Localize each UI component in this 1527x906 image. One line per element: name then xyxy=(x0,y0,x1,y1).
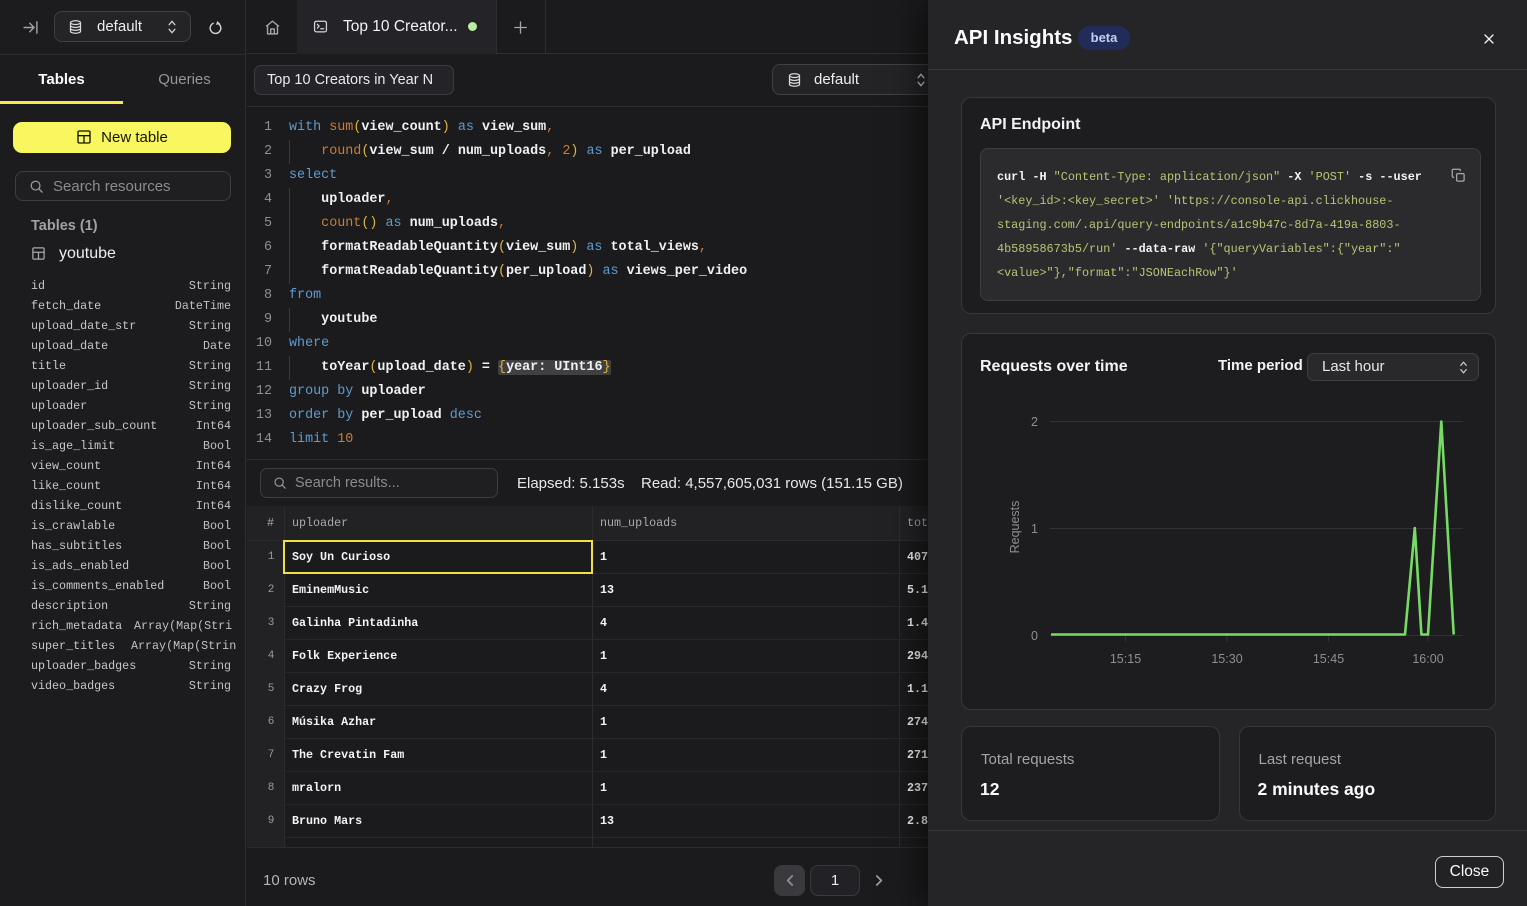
svg-text:15:30: 15:30 xyxy=(1211,652,1242,666)
svg-text:2: 2 xyxy=(1031,415,1038,429)
svg-text:16:00: 16:00 xyxy=(1412,652,1443,666)
svg-text:Requests: Requests xyxy=(1008,501,1022,554)
svg-text:15:45: 15:45 xyxy=(1313,652,1344,666)
svg-text:1: 1 xyxy=(1031,522,1038,536)
svg-text:15:15: 15:15 xyxy=(1110,652,1141,666)
svg-text:0: 0 xyxy=(1031,629,1038,643)
